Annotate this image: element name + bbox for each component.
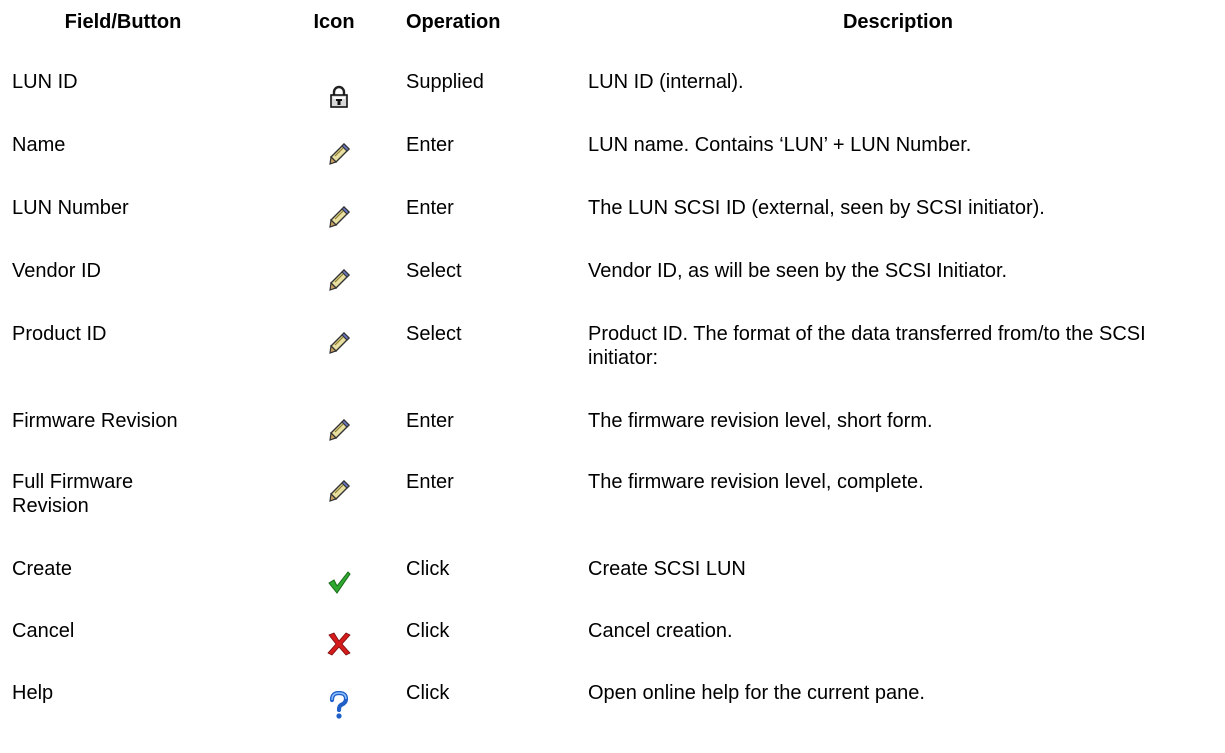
field-name: Vendor ID	[12, 260, 101, 282]
field-name: Name	[12, 134, 66, 156]
description: LUN ID (internal).	[588, 71, 744, 93]
pencil-icon	[326, 330, 352, 356]
lock-icon	[326, 84, 352, 110]
field-name: Help	[12, 682, 54, 704]
operation: Enter	[406, 134, 454, 156]
question-mark-icon	[326, 691, 352, 719]
operation: Click	[406, 558, 450, 580]
pencil-icon	[326, 478, 352, 504]
description: The LUN SCSI ID (external, seen by SCSI …	[588, 197, 1045, 219]
description: LUN name. Contains ‘LUN’ + LUN Number.	[588, 134, 972, 156]
description: The firmware revision level, complete.	[588, 471, 924, 493]
field-name: LUN Number	[12, 197, 129, 219]
operation: Enter	[406, 410, 454, 432]
header-field-button: Field/Button	[64, 11, 182, 33]
operation: Click	[406, 620, 450, 642]
description: Vendor ID, as will be seen by the SCSI I…	[588, 260, 1008, 282]
header-icon: Icon	[313, 11, 355, 33]
pencil-icon	[326, 141, 352, 167]
table-header: Field/Button Icon Operation Description	[0, 10, 1225, 40]
pencil-icon	[326, 204, 352, 230]
pencil-icon	[326, 417, 352, 443]
field-name: Cancel	[12, 620, 75, 642]
operation: Enter	[406, 471, 454, 493]
pencil-icon	[326, 267, 352, 293]
header-operation: Operation	[406, 11, 501, 33]
checkmark-icon	[326, 569, 352, 595]
operation: Enter	[406, 197, 454, 219]
operation: Select	[406, 260, 462, 282]
description: Open online help for the current pane.	[588, 682, 925, 704]
operation: Click	[406, 682, 450, 704]
field-name: LUN ID	[12, 71, 78, 93]
field-name: Full Firmware Revision	[12, 471, 134, 517]
field-name: Firmware Revision	[12, 410, 178, 432]
description: Cancel creation.	[588, 620, 733, 642]
field-name: Product ID	[12, 323, 107, 345]
header-description: Description	[842, 11, 954, 33]
operation: Select	[406, 323, 462, 345]
description: Create SCSI LUN	[588, 558, 746, 580]
x-icon	[326, 631, 352, 657]
description: Product ID. The format of the data trans…	[588, 323, 1146, 369]
field-name: Create	[12, 558, 73, 580]
operation: Supplied	[406, 71, 484, 93]
description: The firmware revision level, short form.	[588, 410, 933, 432]
